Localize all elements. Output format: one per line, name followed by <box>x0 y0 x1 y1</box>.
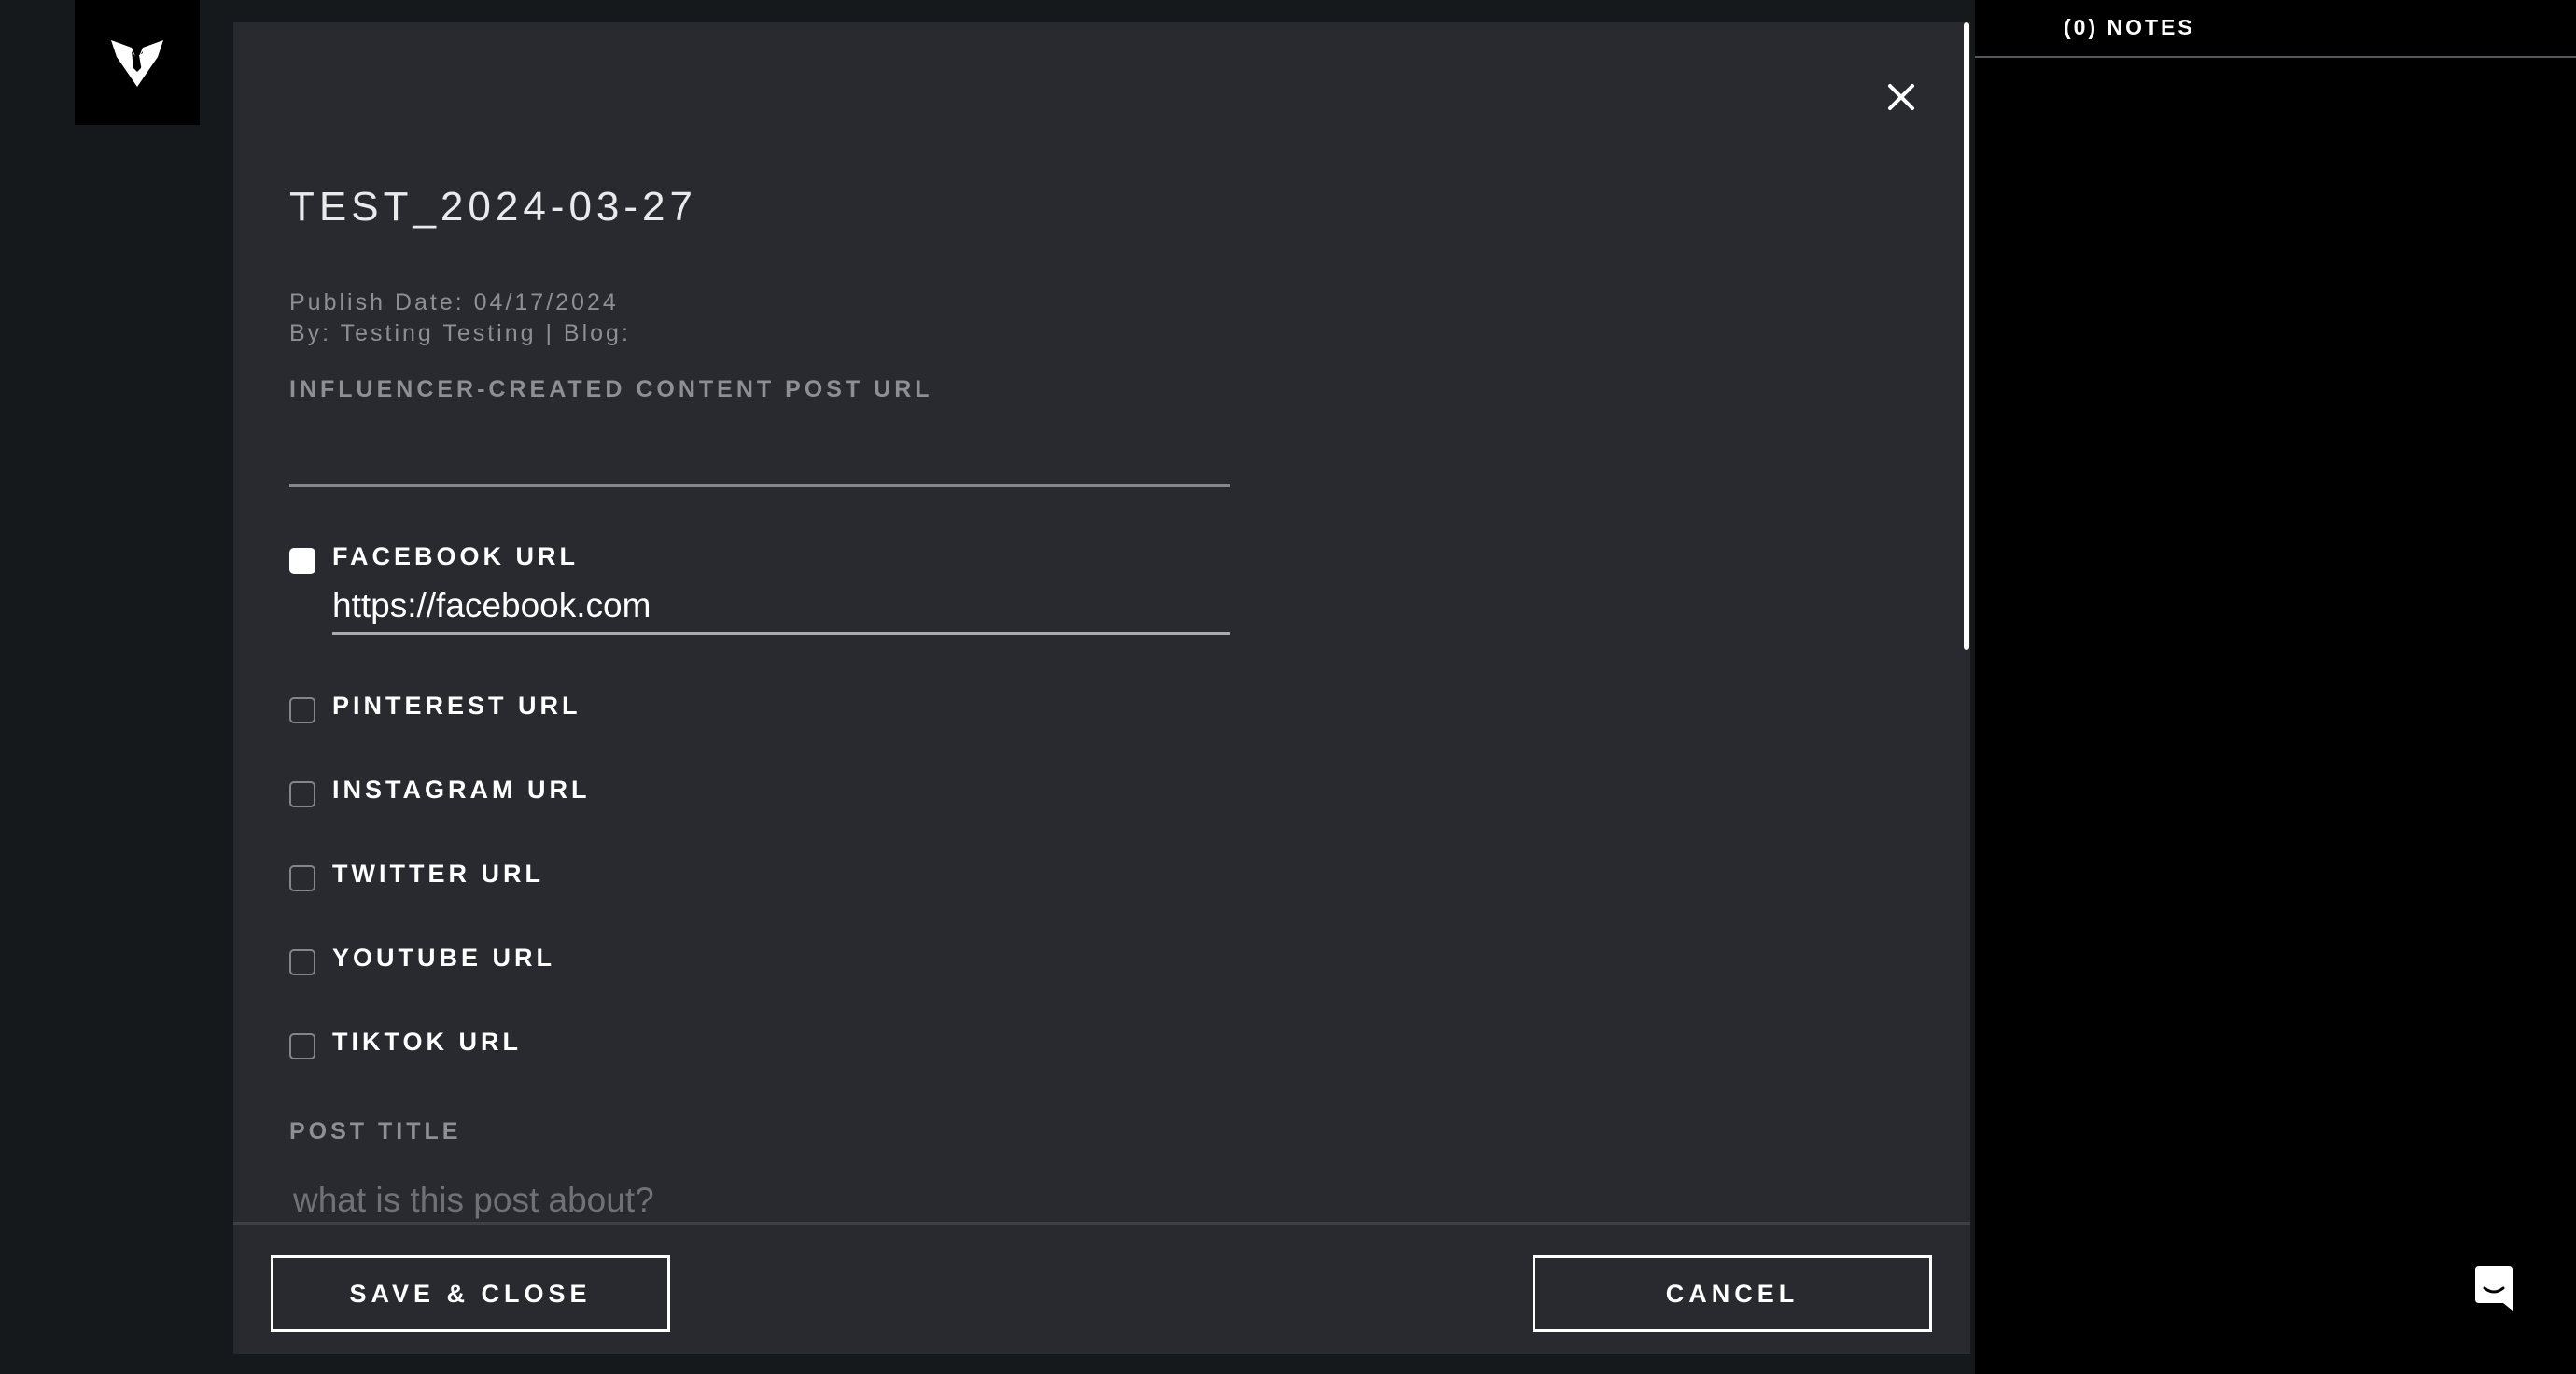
tiktok-url-checkbox[interactable] <box>289 1033 315 1059</box>
twitter-url-checkbox[interactable] <box>289 865 315 891</box>
pinterest-url-checkbox[interactable] <box>289 697 315 723</box>
byline: By: Testing Testing | Blog: <box>289 320 631 346</box>
youtube-url-checkbox[interactable] <box>289 949 315 975</box>
chat-icon <box>2475 1266 2513 1311</box>
youtube-url-label: YOUTUBE URL <box>332 944 555 972</box>
twitter-url-label: TWITTER URL <box>332 860 544 888</box>
notes-panel: (0) NOTES <box>1975 0 2576 1374</box>
publish-date: Publish Date: 04/17/2024 <box>289 289 619 315</box>
facebook-url-checkbox[interactable] <box>289 548 315 574</box>
modal-footer: SAVE & CLOSE CANCEL <box>233 1222 1970 1354</box>
pinterest-url-label: PINTEREST URL <box>332 692 581 720</box>
instagram-url-checkbox[interactable] <box>289 781 315 807</box>
modal-scrollbar[interactable] <box>1964 22 1969 650</box>
content-url-label: INFLUENCER-CREATED CONTENT POST URL <box>289 376 933 402</box>
tiktok-url-label: TIKTOK URL <box>332 1028 522 1056</box>
content-url-input[interactable] <box>289 422 1230 487</box>
close-icon <box>1888 84 1914 110</box>
notes-title[interactable]: (0) NOTES <box>2064 15 2195 40</box>
save-close-button[interactable]: SAVE & CLOSE <box>271 1255 670 1332</box>
brand-logo-icon <box>111 40 163 87</box>
brand-logo[interactable] <box>75 0 200 125</box>
chat-button[interactable] <box>2470 1260 2518 1316</box>
instagram-url-label: INSTAGRAM URL <box>332 776 591 804</box>
close-button[interactable] <box>1883 78 1920 116</box>
facebook-url-label: FACEBOOK URL <box>332 542 579 570</box>
cancel-button[interactable]: CANCEL <box>1533 1255 1932 1332</box>
notes-header: (0) NOTES <box>1975 0 2576 58</box>
post-title-label: POST TITLE <box>289 1118 462 1144</box>
post-title-heading: TEST_2024-03-27 <box>289 184 697 230</box>
facebook-url-input[interactable] <box>332 579 1230 635</box>
